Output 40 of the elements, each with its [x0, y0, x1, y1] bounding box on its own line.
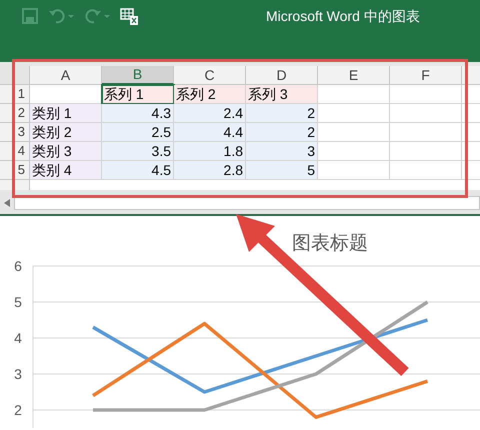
table-cell[interactable]: 类别 1: [30, 104, 102, 123]
table-cell[interactable]: 2.5: [102, 123, 174, 142]
table-cell[interactable]: 系列 1: [102, 85, 174, 104]
table-cell[interactable]: 2: [246, 104, 318, 123]
table-cell[interactable]: 系列 2: [174, 85, 246, 104]
row-header[interactable]: 5: [0, 161, 30, 180]
column-header[interactable]: B: [102, 66, 174, 85]
table-cell[interactable]: 5: [246, 161, 318, 180]
table-cell[interactable]: 4.4: [174, 123, 246, 142]
column-header[interactable]: E: [318, 66, 390, 85]
axis-tick-label: 3: [14, 366, 22, 382]
table-cell[interactable]: 类别 2: [30, 123, 102, 142]
row-header[interactable]: 1: [0, 85, 30, 104]
axis-tick-label: 2: [14, 402, 22, 418]
column-header[interactable]: F: [390, 66, 462, 85]
table-cell[interactable]: 4.3: [102, 104, 174, 123]
table-cell[interactable]: 系列 3: [246, 85, 318, 104]
row-header[interactable]: [0, 180, 30, 190]
column-header[interactable]: D: [246, 66, 318, 85]
table-cell[interactable]: 类别 4: [30, 161, 102, 180]
chart-title: 图表标题: [292, 233, 368, 254]
row-header[interactable]: 2: [0, 104, 30, 123]
table-cell[interactable]: 类别 3: [30, 142, 102, 161]
window-title: Microsoft Word 中的图表: [266, 7, 420, 26]
spreadsheet-icon[interactable]: [120, 7, 138, 25]
row-header[interactable]: 4: [0, 142, 30, 161]
row-header[interactable]: 3: [0, 123, 30, 142]
select-all-corner[interactable]: [0, 66, 30, 85]
axis-tick-label: 6: [14, 258, 22, 274]
table-cell[interactable]: 2.4: [174, 104, 246, 123]
axis-tick-label: 5: [14, 294, 22, 310]
table-cell[interactable]: 2: [246, 123, 318, 142]
table-cell[interactable]: 3.5: [102, 142, 174, 161]
table-cell[interactable]: 4.5: [102, 161, 174, 180]
column-header[interactable]: C: [174, 66, 246, 85]
table-cell[interactable]: 3: [246, 142, 318, 161]
table-cell[interactable]: 2.8: [174, 161, 246, 180]
column-header[interactable]: A: [30, 66, 102, 85]
axis-tick-label: 4: [14, 330, 22, 346]
table-cell[interactable]: 1.8: [174, 142, 246, 161]
